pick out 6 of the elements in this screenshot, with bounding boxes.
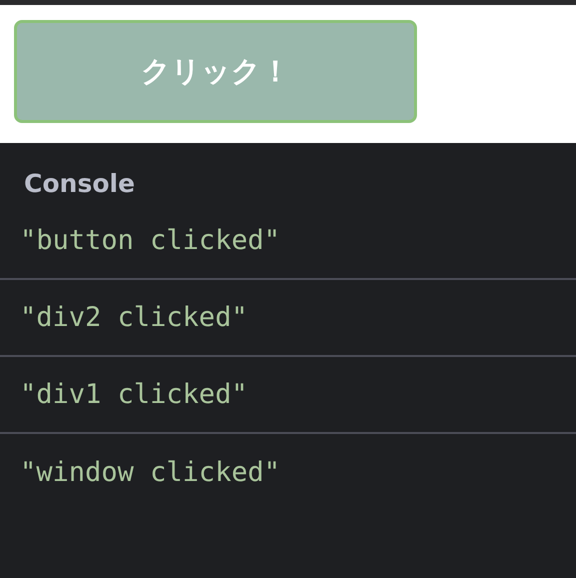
log-entry: "div1 clicked" (20, 379, 248, 410)
log-entry: "div2 clicked" (20, 302, 248, 333)
console-title: Console (23, 168, 136, 200)
log-entry: "button clicked" (20, 225, 280, 256)
log-entry: "window clicked" (20, 457, 280, 488)
click-button[interactable]: クリック！ (14, 20, 417, 123)
